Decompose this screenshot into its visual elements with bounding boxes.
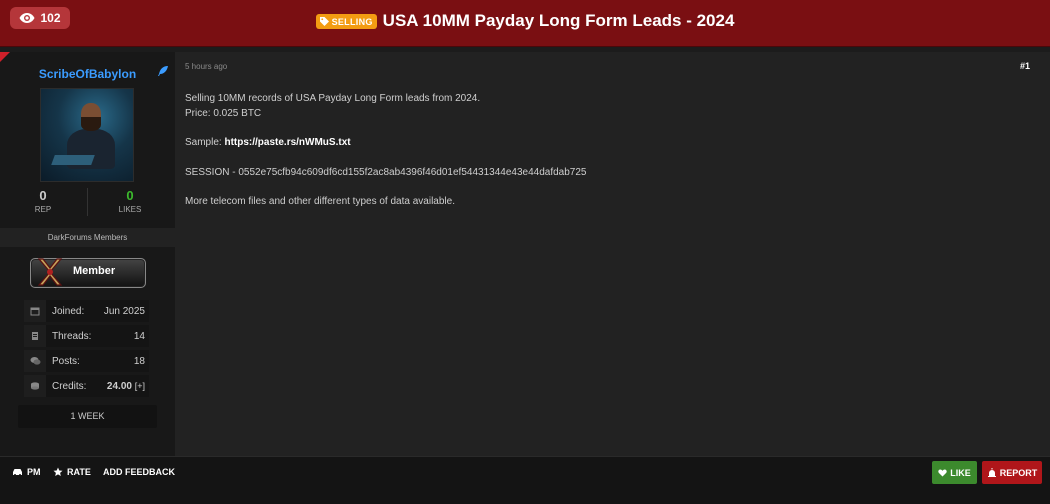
rep-stat: 0 REP bbox=[13, 188, 73, 214]
title-row: SELLING USA 10MM Payday Long Form Leads … bbox=[0, 11, 1050, 31]
credits-value: 24.00 bbox=[106, 381, 132, 392]
credits-row: Credits: 24.00 [+] bbox=[24, 375, 149, 397]
feather-icon bbox=[158, 66, 168, 76]
rate-button[interactable]: RATE bbox=[53, 467, 91, 477]
add-credits-link[interactable]: [+] bbox=[135, 381, 145, 391]
like-button[interactable]: LIKE bbox=[932, 461, 977, 484]
member-badge-label: Member bbox=[73, 265, 116, 277]
sample-line: Sample: https://paste.rs/nWMuS.txt bbox=[185, 136, 586, 151]
pm-button[interactable]: PM bbox=[12, 467, 41, 477]
post-line-1: Selling 10MM records of USA Payday Long … bbox=[185, 93, 481, 104]
membership-duration: 1 WEEK bbox=[18, 405, 157, 428]
username-link[interactable]: ScribeOfBabylon bbox=[0, 67, 175, 81]
post-line-2: Price: 0.025 BTC bbox=[185, 107, 262, 119]
like-label: LIKE bbox=[950, 467, 971, 478]
likes-value: 0 bbox=[126, 188, 134, 203]
star-icon bbox=[53, 467, 63, 476]
rate-label: RATE bbox=[67, 467, 91, 477]
corner-ribbon bbox=[0, 52, 10, 62]
posts-row: Posts: 18 bbox=[24, 350, 149, 372]
report-label: REPORT bbox=[999, 467, 1038, 478]
alarm-icon bbox=[987, 468, 996, 477]
calendar-icon bbox=[30, 307, 40, 316]
avatar[interactable] bbox=[40, 88, 134, 182]
post-footer bbox=[0, 456, 1050, 504]
threads-icon bbox=[32, 332, 38, 340]
pm-label: PM bbox=[27, 467, 41, 477]
report-button[interactable]: REPORT bbox=[982, 461, 1042, 484]
threads-row: Threads: 14 bbox=[24, 325, 149, 347]
add-feedback-label: ADD FEEDBACK bbox=[103, 467, 175, 477]
post-timestamp[interactable]: 5 hours ago bbox=[185, 62, 227, 71]
heart-icon bbox=[938, 468, 947, 477]
member-emblem-icon bbox=[37, 258, 63, 286]
threads-value: 14 bbox=[133, 331, 145, 342]
session-line: SESSION - 0552e75cfb94c609df6cd155f2ac8a… bbox=[185, 166, 587, 178]
posts-value: 18 bbox=[133, 356, 145, 367]
posts-label: Posts: bbox=[52, 356, 80, 367]
joined-label: Joined: bbox=[52, 306, 85, 317]
add-feedback-button[interactable]: ADD FEEDBACK bbox=[103, 467, 175, 477]
selling-tag[interactable]: SELLING bbox=[315, 13, 377, 29]
likes-label: LIKES bbox=[118, 205, 142, 214]
joined-value: Jun 2025 bbox=[103, 306, 145, 317]
post-number-link[interactable]: #1 bbox=[1020, 61, 1030, 71]
member-badge: Member bbox=[30, 258, 146, 288]
tag-icon bbox=[319, 17, 329, 26]
likes-stat: 0 LIKES bbox=[100, 188, 160, 214]
car-icon bbox=[13, 469, 22, 476]
user-group: DarkForums Members bbox=[0, 228, 175, 247]
sample-label: Sample: bbox=[185, 137, 222, 148]
credits-value-wrap: 24.00 [+] bbox=[107, 381, 145, 392]
thread-title: USA 10MM Payday Long Form Leads - 2024 bbox=[382, 11, 735, 30]
stat-divider bbox=[87, 188, 88, 216]
threads-label: Threads: bbox=[52, 331, 92, 342]
credits-label: Credits: bbox=[52, 381, 87, 392]
rep-label: REP bbox=[34, 205, 52, 214]
rep-value: 0 bbox=[39, 188, 47, 203]
sample-link[interactable]: https://paste.rs/nWMuS.txt bbox=[224, 137, 350, 148]
posts-icon bbox=[30, 357, 40, 365]
tag-label: SELLING bbox=[331, 16, 373, 27]
credits-icon bbox=[31, 382, 39, 390]
post-content: Selling 10MM records of USA Payday Long … bbox=[185, 92, 586, 210]
more-line: More telecom files and other different t… bbox=[185, 196, 455, 207]
joined-row: Joined: Jun 2025 bbox=[24, 300, 149, 322]
